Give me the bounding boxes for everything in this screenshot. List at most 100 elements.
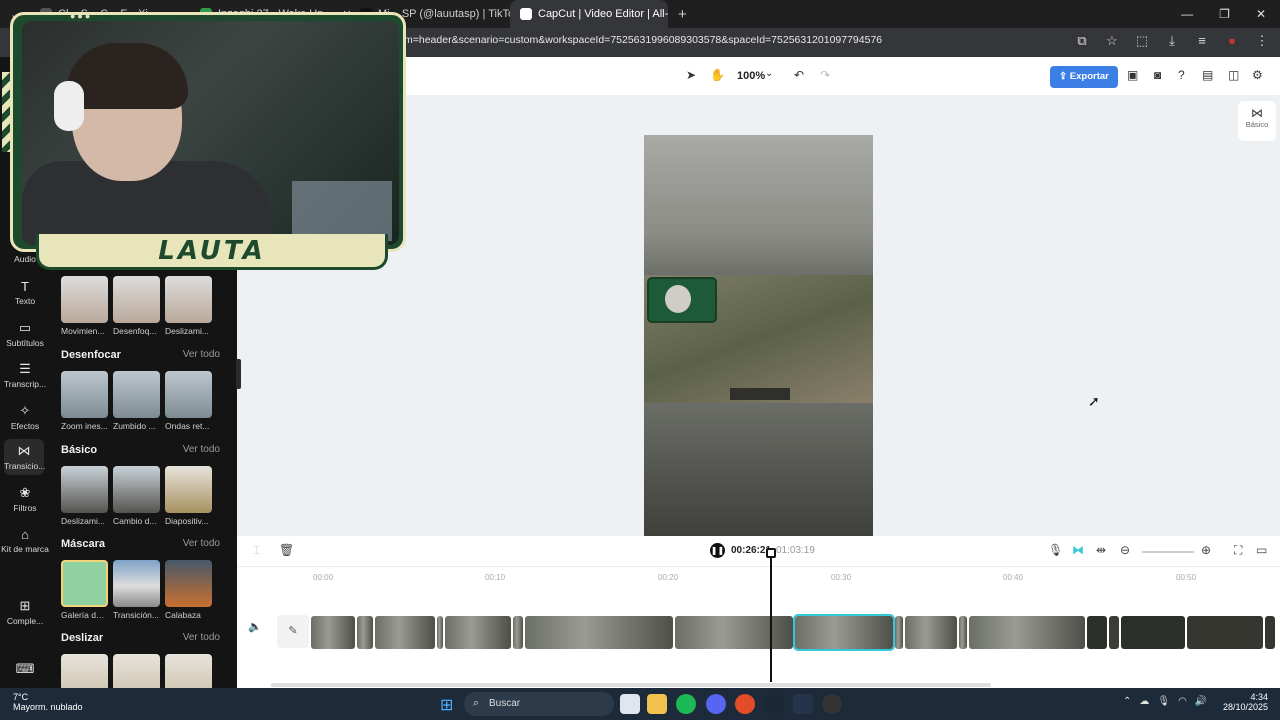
rail-item-brand-kit[interactable]: ⌂ Kit de marca bbox=[0, 527, 50, 554]
keyboard-shortcuts-button[interactable]: ⌨ bbox=[0, 661, 50, 679]
export-button[interactable]: ⇪ Exportar bbox=[1050, 66, 1118, 88]
rail-item-transitions[interactable]: ⋈ Transicio... bbox=[4, 439, 45, 475]
taskbar-clock[interactable]: 4:34 28/10/2025 bbox=[1223, 692, 1268, 712]
file-explorer-icon[interactable] bbox=[647, 694, 667, 714]
browser-tab-active[interactable]: CapCut | Video Editor | All-i🔊✕ bbox=[510, 0, 668, 28]
transition-thumb[interactable]: Desenfoq... bbox=[113, 276, 160, 336]
timeline-zoom-slider[interactable] bbox=[1142, 551, 1194, 553]
video-clip[interactable] bbox=[525, 616, 673, 649]
video-clip[interactable] bbox=[311, 616, 355, 649]
new-tab-button[interactable]: + bbox=[668, 0, 698, 28]
timeline-scrollbar[interactable] bbox=[271, 683, 991, 687]
see-all-link[interactable]: Ver todo bbox=[183, 632, 220, 643]
transition-thumb[interactable]: Deslizami... bbox=[61, 466, 108, 526]
rail-item-subtitles[interactable]: ▭ Subtítulos bbox=[0, 320, 50, 348]
steam-icon-2[interactable] bbox=[793, 694, 813, 714]
volume-icon[interactable]: 🔊 bbox=[1195, 696, 1207, 707]
chevron-up-icon[interactable]: ⌃ bbox=[1123, 696, 1131, 707]
basic-panel-button[interactable]: ⋈ Básico bbox=[1238, 101, 1276, 141]
select-pointer-icon[interactable]: ➤ bbox=[686, 68, 696, 82]
video-clip[interactable] bbox=[437, 616, 443, 649]
transition-thumb[interactable]: Zumbido ... bbox=[113, 371, 160, 431]
delete-icon[interactable]: 🗑 bbox=[279, 543, 294, 557]
wifi-icon[interactable]: ◠ bbox=[1178, 696, 1187, 707]
zoom-in-icon[interactable]: ⊕ bbox=[1201, 543, 1211, 557]
track-edit-cover-button[interactable]: ✎ bbox=[277, 615, 309, 648]
magnet-snap-icon[interactable]: ⧓ bbox=[1072, 543, 1084, 557]
task-view-icon[interactable] bbox=[620, 694, 640, 714]
zoom-dropdown[interactable]: 100% bbox=[737, 70, 765, 82]
rail-item-effects[interactable]: ✧ Efectos bbox=[0, 403, 50, 431]
rail-item-plugins[interactable]: ⊞ Comple... bbox=[0, 598, 50, 626]
minimize-icon[interactable]: — bbox=[1181, 7, 1193, 21]
mic-tray-icon[interactable]: 🎙 bbox=[1157, 696, 1170, 707]
present-icon[interactable]: ▣ bbox=[1127, 68, 1138, 82]
install-app-icon[interactable]: ⧉ bbox=[1074, 33, 1090, 49]
video-clip[interactable] bbox=[375, 616, 435, 649]
undo-icon[interactable]: ↶ bbox=[794, 68, 804, 82]
chrome-icon[interactable] bbox=[735, 694, 755, 714]
extensions-icon[interactable]: ⬚ bbox=[1134, 33, 1150, 49]
microphone-icon[interactable]: 🎙 bbox=[1048, 543, 1063, 557]
transition-thumb[interactable]: Galería de ... bbox=[61, 560, 108, 620]
redo-icon[interactable]: ↷ bbox=[820, 68, 830, 82]
see-all-link[interactable]: Ver todo bbox=[183, 444, 220, 455]
video-clip[interactable] bbox=[895, 616, 903, 649]
network-icon[interactable]: ☁ bbox=[1139, 696, 1149, 707]
split-icon[interactable]: ⌶ bbox=[253, 543, 260, 558]
video-clip[interactable] bbox=[905, 616, 957, 649]
playhead-handle[interactable] bbox=[766, 548, 776, 558]
weather-widget[interactable]: 7°C Mayorm. nublado bbox=[13, 692, 83, 712]
discord-icon[interactable] bbox=[706, 694, 726, 714]
chevron-down-icon[interactable]: ⌄ bbox=[765, 68, 773, 79]
video-clip[interactable] bbox=[1265, 616, 1275, 649]
video-clip[interactable] bbox=[969, 616, 1085, 649]
see-all-link[interactable]: Ver todo bbox=[183, 538, 220, 549]
hand-tool-icon[interactable]: ✋ bbox=[710, 68, 725, 82]
transition-thumb[interactable] bbox=[61, 654, 108, 688]
transition-thumb[interactable]: Calabaza bbox=[165, 560, 212, 620]
download-icon[interactable]: ⤓ bbox=[1164, 33, 1180, 49]
url-field[interactable]: m=header&scenario=custom&workspaceId=752… bbox=[404, 34, 882, 46]
zoom-out-icon[interactable]: ⊖ bbox=[1120, 543, 1130, 557]
video-clip[interactable] bbox=[1109, 616, 1119, 649]
rail-item-text[interactable]: T Texto bbox=[0, 279, 50, 306]
close-window-icon[interactable]: ✕ bbox=[1256, 7, 1266, 21]
comment-icon[interactable]: ▭ bbox=[1256, 543, 1267, 557]
video-clip-selected[interactable] bbox=[793, 614, 895, 651]
pause-button[interactable]: ❚❚ bbox=[710, 543, 725, 558]
video-clip[interactable] bbox=[1121, 616, 1185, 649]
media-control-icon[interactable]: ≡ bbox=[1194, 33, 1210, 49]
video-clip[interactable] bbox=[357, 616, 373, 649]
transition-thumb[interactable] bbox=[165, 654, 212, 688]
see-all-link[interactable]: Ver todo bbox=[183, 349, 220, 360]
obs-icon[interactable] bbox=[822, 694, 842, 714]
transition-thumb[interactable]: Transición... bbox=[113, 560, 160, 620]
transition-thumb[interactable]: Cambio d... bbox=[113, 466, 160, 526]
restore-icon[interactable]: ❐ bbox=[1219, 7, 1230, 21]
panel-collapse-handle[interactable] bbox=[236, 359, 241, 389]
transition-thumb[interactable]: Movimien... bbox=[61, 276, 108, 336]
video-clip[interactable] bbox=[445, 616, 511, 649]
transition-thumb[interactable]: Diapositiv... bbox=[165, 466, 212, 526]
spotify-icon[interactable] bbox=[676, 694, 696, 714]
split-preview-icon[interactable]: ⇹ bbox=[1096, 543, 1106, 557]
video-clip[interactable] bbox=[513, 616, 523, 649]
rail-item-transcript[interactable]: ☰ Transcrip... bbox=[0, 361, 50, 389]
transition-thumb[interactable]: Ondas ret... bbox=[165, 371, 212, 431]
profile-avatar-icon[interactable]: ● bbox=[1224, 33, 1240, 49]
windows-start-icon[interactable]: ⊞ bbox=[440, 695, 453, 715]
transition-thumb[interactable]: Zoom ines... bbox=[61, 371, 108, 431]
taskbar-search[interactable]: Buscar bbox=[464, 692, 614, 716]
video-clip[interactable] bbox=[959, 616, 967, 649]
transition-thumb[interactable]: Deslizami... bbox=[165, 276, 212, 336]
transition-thumb[interactable] bbox=[113, 654, 160, 688]
fullscreen-icon[interactable]: ⛶ bbox=[1234, 543, 1242, 558]
settings-icon[interactable]: ⚙ bbox=[1252, 68, 1263, 82]
video-clip[interactable] bbox=[675, 616, 793, 649]
video-clip[interactable] bbox=[1087, 616, 1107, 649]
steam-icon[interactable] bbox=[764, 694, 784, 714]
help-icon[interactable]: ? bbox=[1178, 68, 1185, 82]
video-preview[interactable] bbox=[644, 135, 873, 536]
video-clip[interactable] bbox=[1187, 616, 1263, 649]
